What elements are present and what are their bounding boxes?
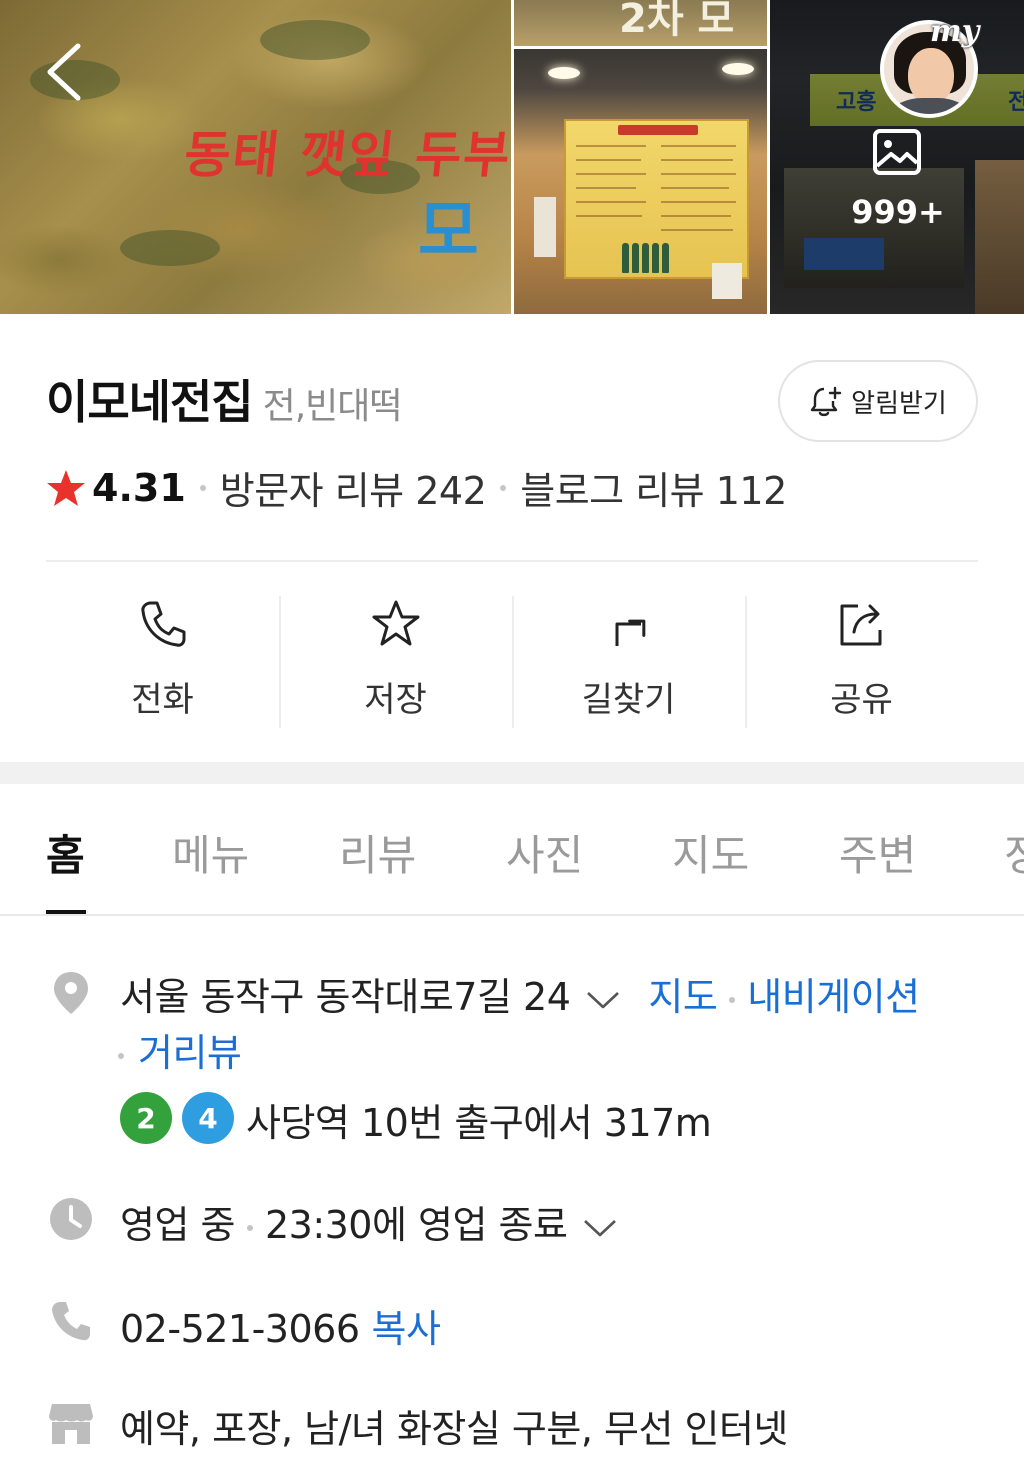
share-button[interactable]: 공유 bbox=[745, 596, 978, 728]
save-label: 저장 bbox=[364, 680, 427, 720]
share-icon bbox=[840, 604, 881, 646]
separator-dot bbox=[118, 1052, 124, 1059]
bell-plus-icon bbox=[810, 386, 842, 417]
hours-row[interactable]: 영업 중 23:30에 영업 종료 bbox=[120, 1194, 617, 1249]
copy-button[interactable]: 복사 bbox=[372, 1307, 441, 1351]
directions-icon bbox=[615, 619, 645, 646]
separator-dot bbox=[729, 996, 736, 1003]
section-divider bbox=[0, 762, 1024, 784]
photo-count[interactable]: 999+ bbox=[820, 193, 976, 231]
photo-overlay-text: 동태 깻잎 두부 bbox=[181, 126, 511, 184]
subway-line-2-badge: 2 bbox=[120, 1092, 172, 1144]
blog-review-link[interactable]: 블로그 리뷰 112 bbox=[520, 460, 787, 515]
streetview-row: 거리뷰 bbox=[118, 1022, 242, 1077]
tab-photo[interactable]: 사진 bbox=[506, 822, 583, 883]
tab-menu[interactable]: 메뉴 bbox=[172, 822, 249, 883]
tab-nearby[interactable]: 주변 bbox=[839, 822, 916, 883]
open-status: 영업 중 bbox=[120, 1203, 235, 1247]
save-button[interactable]: 저장 bbox=[279, 596, 512, 728]
directions-button[interactable]: 길찾기 bbox=[512, 596, 745, 728]
star-icon bbox=[372, 600, 419, 646]
amenities-text: 예약, 포장, 남/녀 화장실 구분, 무선 인터넷 bbox=[120, 1407, 788, 1451]
place-category: 전,빈대떡 bbox=[262, 386, 403, 427]
location-pin-icon bbox=[54, 972, 88, 1014]
navigation-link[interactable]: 내비게이션 bbox=[747, 975, 920, 1019]
chevron-left-icon bbox=[47, 43, 81, 101]
address-text: 서울 동작구 동작대로7길 24 bbox=[120, 975, 571, 1019]
subway-line-4-badge: 4 bbox=[182, 1092, 234, 1144]
chevron-down-icon[interactable] bbox=[586, 990, 620, 1010]
divider bbox=[46, 560, 978, 562]
tab-bar: 홈 메뉴 리뷰 사진 지도 주변 정 bbox=[0, 784, 1024, 916]
phone-icon bbox=[52, 1302, 90, 1341]
separator-dot bbox=[500, 484, 507, 491]
store-icon bbox=[49, 1404, 93, 1444]
photo-thumbnail[interactable]: 2차 모 bbox=[514, 0, 767, 46]
star-rating-icon bbox=[47, 469, 85, 506]
call-button[interactable]: 전화 bbox=[46, 596, 279, 728]
my-badge: my bbox=[930, 14, 980, 49]
active-tab-indicator bbox=[46, 910, 86, 914]
phone-icon bbox=[140, 601, 185, 647]
tab-map[interactable]: 지도 bbox=[672, 822, 749, 883]
separator-dot bbox=[246, 1224, 253, 1231]
clock-icon bbox=[50, 1198, 92, 1240]
notify-label: 알림받기 bbox=[851, 388, 947, 419]
photo-gallery[interactable]: 동태 깻잎 두부 모 2차 모 고흥 전집 bbox=[0, 0, 1024, 314]
share-label: 공유 bbox=[830, 680, 893, 720]
chevron-down-icon[interactable] bbox=[583, 1218, 617, 1238]
directions-label: 길찾기 bbox=[581, 680, 676, 720]
gallery-icon bbox=[873, 129, 921, 175]
place-name: 이모네전집 bbox=[46, 375, 254, 429]
phone-number[interactable]: 02-521-3066 bbox=[120, 1307, 360, 1351]
photo-overlay-text: 2차 모 bbox=[619, 0, 735, 42]
tab-review[interactable]: 리뷰 bbox=[339, 822, 416, 883]
visitor-review-link[interactable]: 방문자 리뷰 242 bbox=[220, 460, 487, 515]
rating-score: 4.31 bbox=[92, 465, 186, 510]
tab-home[interactable]: 홈 bbox=[46, 822, 85, 883]
separator-dot bbox=[199, 484, 206, 491]
back-button[interactable] bbox=[40, 42, 92, 102]
address-row: 서울 동작구 동작대로7길 24 지도 내비게이션 bbox=[120, 966, 920, 1021]
tab-info[interactable]: 정 bbox=[1004, 822, 1024, 883]
place-title-row: 이모네전집 전,빈대떡 bbox=[46, 366, 403, 432]
close-time: 23:30에 영업 종료 bbox=[264, 1203, 568, 1247]
photo-overlay-text: 모 bbox=[418, 193, 479, 270]
call-label: 전화 bbox=[131, 680, 194, 720]
notify-button[interactable]: 알림받기 bbox=[778, 360, 978, 442]
phone-row: 02-521-3066 복사 bbox=[120, 1298, 441, 1353]
photo-thumbnail-menu-board[interactable] bbox=[514, 49, 767, 314]
rating-row: 4.31 방문자 리뷰 242 블로그 리뷰 112 bbox=[46, 460, 787, 515]
streetview-link[interactable]: 거리뷰 bbox=[138, 1031, 242, 1075]
map-link[interactable]: 지도 bbox=[648, 975, 717, 1019]
action-bar: 전화 저장 길찾기 공유 bbox=[46, 596, 978, 728]
subway-text: 사당역 10번 출구에서 317m bbox=[246, 1101, 712, 1145]
